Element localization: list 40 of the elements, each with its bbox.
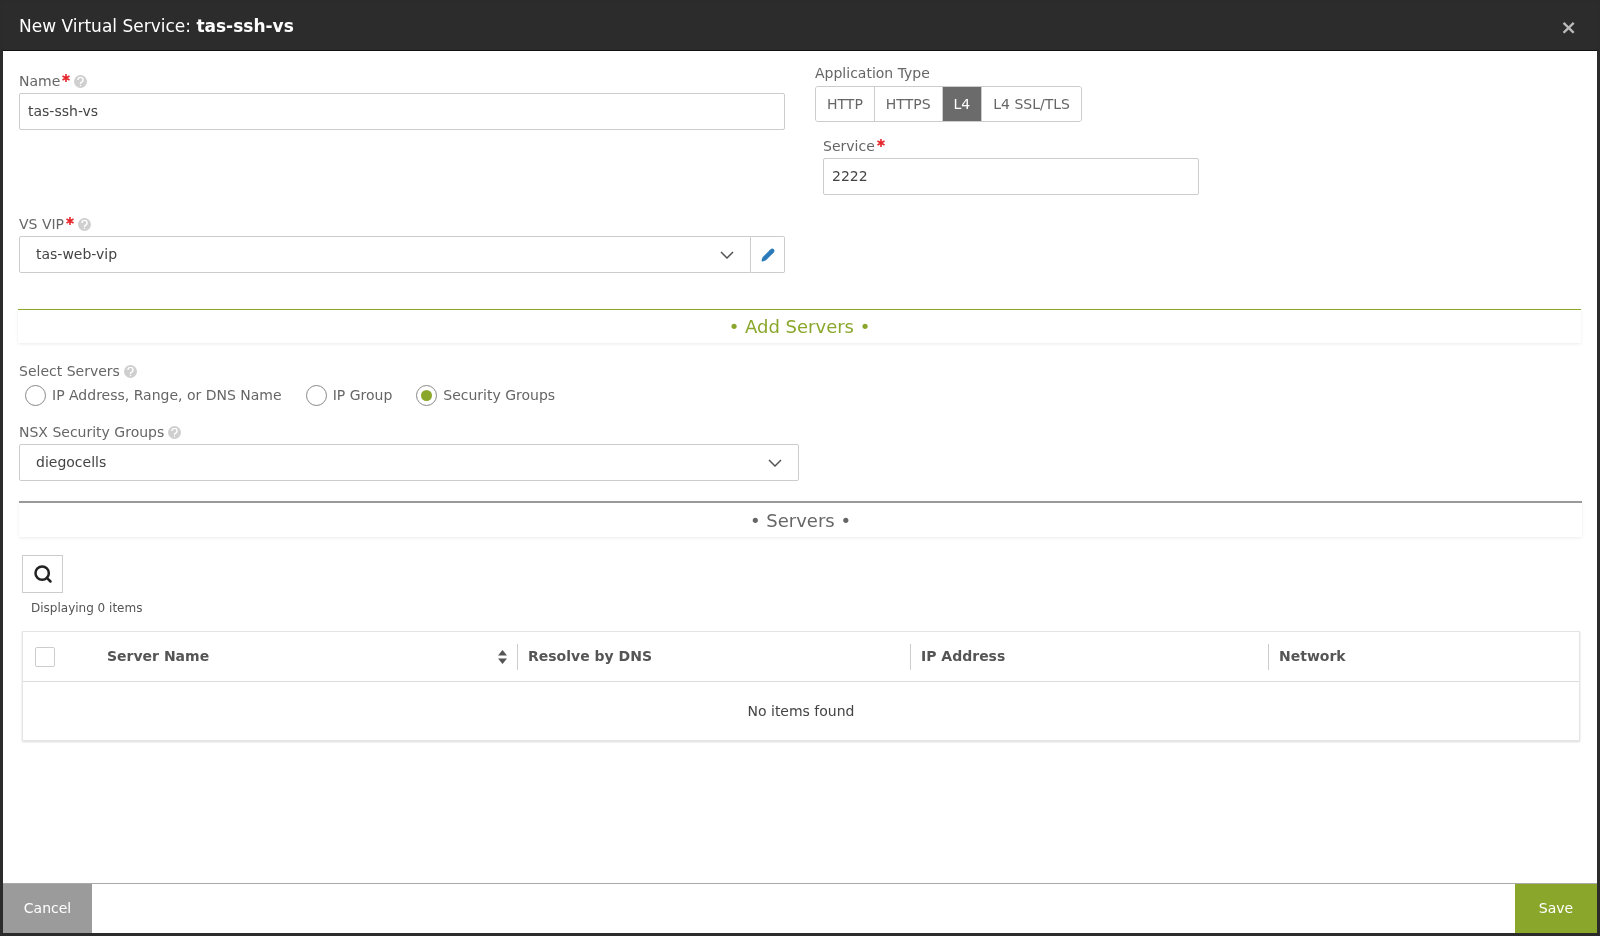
required-asterisk-icon <box>62 74 71 82</box>
required-asterisk-icon <box>66 217 75 225</box>
dialog-title: New Virtual Service: tas-ssh-vs <box>19 14 294 38</box>
application-type-tab[interactable]: L4 <box>941 87 982 121</box>
sort-icon[interactable] <box>498 649 507 664</box>
empty-message: No items found <box>747 701 855 721</box>
close-button[interactable]: × <box>1556 11 1581 42</box>
radio-option[interactable]: IP Address, Range, or DNS Name <box>25 385 282 406</box>
required-asterisk-icon <box>876 139 885 147</box>
help-icon[interactable] <box>123 364 137 378</box>
column-header[interactable]: Resolve by DNS <box>528 646 652 667</box>
application-type-tab[interactable]: L4 SSL/TLS <box>981 87 1081 121</box>
chevron-down-icon[interactable] <box>768 458 782 467</box>
vs-vip-dropdown[interactable]: tas-web-vip <box>19 236 751 273</box>
nsx-security-groups-dropdown[interactable]: diegocells <box>19 444 799 481</box>
chevron-down-icon[interactable] <box>720 250 734 259</box>
radio-option[interactable]: Security Groups <box>416 385 556 406</box>
radio-option[interactable]: IP Group <box>305 385 393 406</box>
edit-button[interactable] <box>751 236 785 273</box>
section-title: • Add Servers • <box>728 315 871 339</box>
pencil-icon <box>760 247 775 262</box>
application-type-label: Application Type <box>815 64 931 83</box>
field-label: Select Servers <box>19 361 120 381</box>
column-header[interactable]: IP Address <box>921 646 1006 667</box>
help-icon[interactable] <box>168 425 182 439</box>
help-icon[interactable] <box>78 217 92 231</box>
item-count: Displaying 0 items <box>31 600 144 617</box>
help-icon[interactable] <box>74 74 88 88</box>
select-all-checkbox[interactable] <box>35 646 55 667</box>
field-label: Name <box>19 71 61 91</box>
name-input[interactable]: tas-ssh-vs <box>19 93 785 130</box>
field-label: Service <box>823 136 875 156</box>
search-button[interactable] <box>22 555 63 593</box>
column-header[interactable]: Network <box>1279 646 1346 667</box>
section-title: • Servers • <box>749 508 852 533</box>
field-label: NSX Security Groups <box>19 422 165 442</box>
column-header[interactable]: Server Name <box>107 646 210 667</box>
field-label: VS VIP <box>19 214 65 234</box>
service-input[interactable]: 2222 <box>823 158 1199 195</box>
search-icon <box>32 564 53 584</box>
